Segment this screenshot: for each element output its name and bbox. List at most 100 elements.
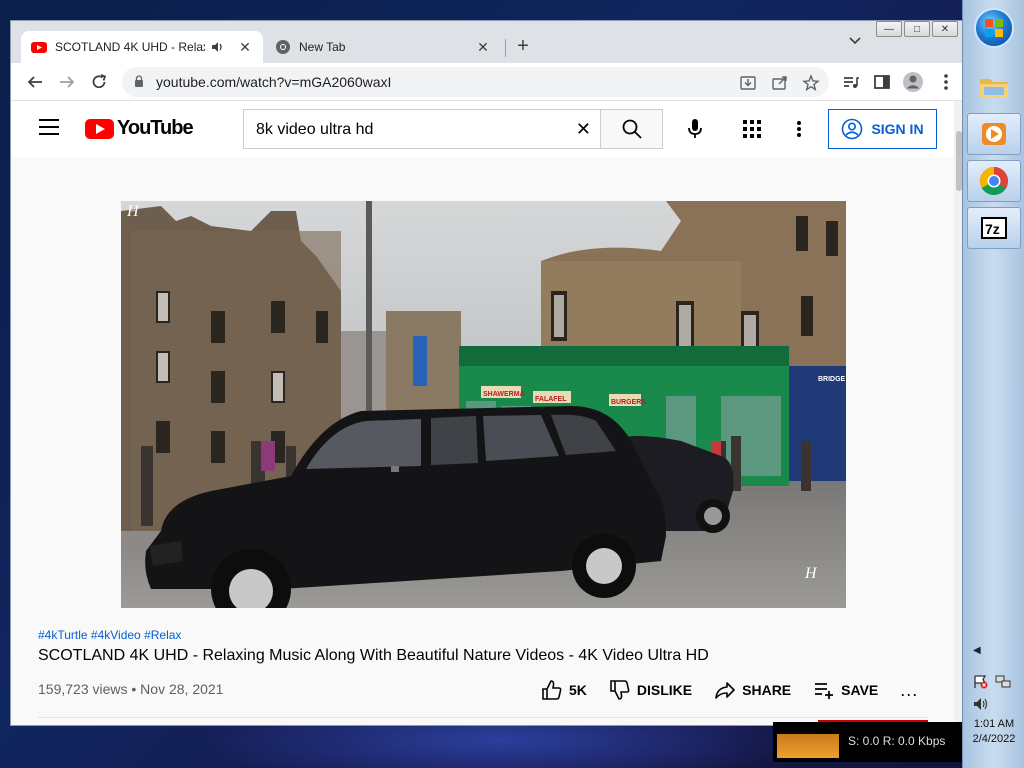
save-label: SAVE	[841, 682, 879, 698]
tab-title: SCOTLAND 4K UHD - Relaxi	[55, 40, 205, 54]
shop-sign-text: FALAFEL	[535, 396, 567, 403]
show-hidden-icons-icon[interactable]: ◀	[973, 645, 981, 656]
taskbar-chrome[interactable]	[967, 160, 1021, 202]
close-tab-icon[interactable]: ✕	[237, 39, 253, 56]
dislike-button[interactable]: DISLIKE	[609, 679, 692, 701]
network-meter: S: 0.0 R: 0.0 Kbps	[773, 722, 963, 762]
back-button[interactable]	[23, 70, 47, 94]
youtube-logo[interactable]: YouTube	[85, 117, 194, 140]
hamburger-menu-icon[interactable]	[39, 119, 59, 135]
thumbs-up-icon	[542, 680, 562, 700]
install-icon[interactable]	[739, 74, 757, 92]
divider	[38, 717, 928, 718]
network-rate-text: S: 0.0 R: 0.0 Kbps	[848, 734, 946, 748]
speaker-icon[interactable]	[211, 40, 225, 54]
thumbs-down-icon	[610, 680, 630, 700]
sign-in-button[interactable]: SIGN IN	[828, 109, 937, 149]
lock-icon	[135, 75, 143, 87]
youtube-logo-text: YouTube	[117, 117, 194, 139]
chrome-icon	[980, 167, 1008, 195]
new-tab-button[interactable]: +	[511, 35, 535, 59]
arrow-left-icon	[27, 76, 42, 88]
chevron-down-icon	[849, 37, 861, 45]
browser-toolbar: youtube.com/watch?v=mGA2060waxI	[11, 63, 962, 101]
like-count: 5K	[569, 682, 587, 698]
channel-watermark: H	[127, 203, 139, 220]
shop-sign-text: SHAWERMA	[483, 391, 525, 398]
voice-search-button[interactable]	[679, 113, 711, 145]
search-icon	[622, 119, 642, 139]
taskbar: 7z ◀ 1:01 AM 2/4/2022	[962, 0, 1024, 768]
share-page-icon[interactable]	[771, 74, 789, 92]
tab-search-button[interactable]	[848, 35, 862, 49]
close-tab-icon[interactable]: ✕	[475, 39, 491, 56]
account-circle-icon	[842, 118, 863, 140]
share-label: SHARE	[742, 682, 792, 698]
reload-icon	[92, 74, 107, 89]
dislike-label: DISLIKE	[636, 682, 693, 698]
shop-sign-text: BURGERS	[611, 399, 646, 406]
channel-watermark: H	[805, 565, 817, 582]
search-query: 8k video ultra hd	[256, 121, 374, 138]
video-actions: 5K DISLIKE SHARE SAVE ...	[541, 679, 918, 701]
volume-icon[interactable]	[973, 697, 989, 711]
url-text: youtube.com/watch?v=mGA2060waxI	[156, 74, 392, 90]
profile-button[interactable]	[901, 70, 925, 94]
media-control-button[interactable]	[839, 70, 863, 94]
shop-sign-text: BRIDGE	[818, 376, 846, 383]
youtube-header: YouTube 8k video ultra hd ✕ SIGN IN	[11, 101, 962, 157]
profile-avatar-icon	[903, 72, 923, 92]
7zip-icon: 7z	[981, 217, 1007, 239]
microphone-icon	[688, 119, 702, 138]
youtube-favicon-icon	[31, 42, 47, 53]
chrome-favicon-icon	[276, 40, 290, 54]
media-queue-icon	[844, 77, 859, 88]
arrow-right-icon	[60, 76, 75, 88]
reload-button[interactable]	[87, 70, 111, 94]
video-frame: SHAWERMA FALAFEL BURGERS BRIDGE	[121, 201, 846, 608]
tab-separator	[505, 39, 506, 57]
network-graph	[777, 728, 839, 758]
video-hashtags[interactable]: #4kTurtle #4kVideo #Relax	[38, 628, 181, 642]
youtube-page: YouTube 8k video ultra hd ✕ SIGN IN SHAW…	[11, 101, 962, 725]
clock-date: 2/4/2022	[972, 733, 1016, 745]
settings-menu-button[interactable]	[787, 117, 811, 141]
tab-new-tab[interactable]: New Tab ✕	[265, 31, 501, 63]
side-panel-icon	[874, 75, 890, 89]
search-input[interactable]: 8k video ultra hd ✕	[243, 109, 601, 149]
taskbar-clock[interactable]: 1:01 AM 2/4/2022	[963, 717, 1024, 747]
sign-in-label: SIGN IN	[871, 121, 924, 137]
search-button[interactable]	[600, 109, 663, 149]
video-player[interactable]: SHAWERMA FALAFEL BURGERS BRIDGE H H	[121, 201, 846, 608]
kebab-menu-icon	[797, 121, 801, 137]
youtube-play-logo-icon	[85, 118, 114, 139]
chrome-menu-button[interactable]	[934, 70, 958, 94]
playlist-add-icon	[815, 683, 834, 699]
taskbar-media-player[interactable]	[967, 113, 1021, 155]
browser-window: — □ ✕ SCOTLAND 4K UHD - Relaxi ✕ New Tab…	[10, 20, 963, 726]
clock-time: 1:01 AM	[973, 718, 1015, 730]
share-arrow-icon	[715, 682, 735, 699]
address-bar[interactable]: youtube.com/watch?v=mGA2060waxI	[122, 67, 829, 97]
apps-grid-icon	[743, 120, 761, 138]
forward-button[interactable]	[55, 70, 79, 94]
more-actions-icon[interactable]: ...	[900, 680, 918, 701]
network-icon[interactable]	[995, 675, 1011, 689]
video-title: SCOTLAND 4K UHD - Relaxing Music Along W…	[38, 647, 709, 664]
share-button[interactable]: SHARE	[714, 679, 791, 701]
start-button[interactable]	[974, 8, 1014, 48]
tab-youtube[interactable]: SCOTLAND 4K UHD - Relaxi ✕	[21, 31, 263, 63]
kebab-menu-icon	[944, 74, 948, 90]
tab-strip: SCOTLAND 4K UHD - Relaxi ✕ New Tab ✕ +	[11, 21, 962, 63]
folder-icon	[980, 79, 1008, 98]
taskbar-7zip[interactable]: 7z	[967, 207, 1021, 249]
svg-text:7z: 7z	[985, 221, 1000, 237]
like-button[interactable]: 5K	[541, 679, 587, 701]
apps-button[interactable]	[740, 117, 764, 141]
save-button[interactable]: SAVE	[813, 679, 878, 701]
clear-search-icon[interactable]: ✕	[576, 119, 591, 140]
taskbar-explorer[interactable]	[967, 66, 1021, 108]
bookmark-star-icon[interactable]	[802, 74, 820, 92]
side-panel-button[interactable]	[870, 70, 894, 94]
action-center-flag-icon[interactable]	[973, 675, 989, 689]
